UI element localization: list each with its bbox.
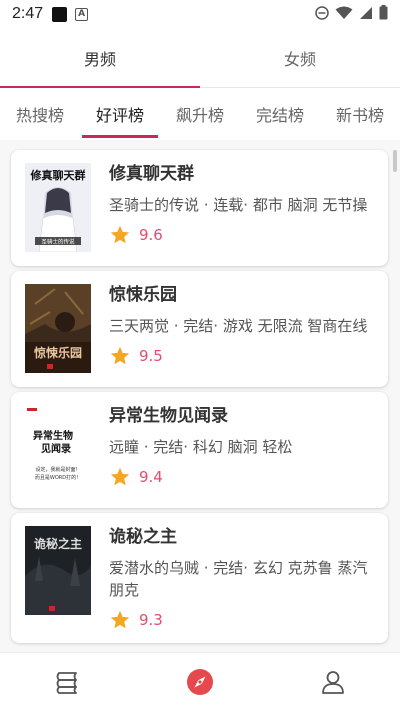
svg-text:见闻录: 见闻录 bbox=[41, 442, 71, 455]
battery-icon bbox=[379, 5, 388, 20]
svg-text:异常生物: 异常生物 bbox=[33, 429, 73, 442]
book-cover: 修真聊天群 圣骑士的传说 bbox=[25, 163, 91, 252]
svg-text:设定，我就是封面！: 设定，我就是封面！ bbox=[35, 466, 80, 473]
status-bar: 2:47 A bbox=[0, 0, 400, 28]
tab-top-rated[interactable]: 好评榜 bbox=[81, 90, 159, 138]
star-icon bbox=[110, 225, 130, 244]
book-card[interactable]: 异常生物 见闻录 设定，我就是封面！ 而且是WORD打的！ 异常生物见闻录 远瞳… bbox=[11, 392, 388, 508]
rating-row: 9.6 bbox=[109, 224, 380, 246]
dnd-icon bbox=[315, 5, 329, 20]
category-tabs: 热搜榜 好评榜 飙升榜 完结榜 新书榜 bbox=[0, 90, 400, 138]
star-icon bbox=[110, 346, 130, 365]
book-title: 修真聊天群 bbox=[109, 164, 194, 184]
compass-icon bbox=[186, 669, 213, 695]
book-card[interactable]: 诡秘之主 诡秘之主 爱潜水的乌贼 · 完结· 玄幻 克苏鲁 蒸汽朋克 9.3 bbox=[11, 513, 388, 643]
tab-male-label: 男频 bbox=[83, 49, 116, 69]
book-meta: 三天两觉 · 完结· 游戏 无限流 智商在线 bbox=[109, 317, 368, 335]
bottom-nav bbox=[0, 652, 400, 711]
svg-text:而且是WORD打的！: 而且是WORD打的！ bbox=[35, 474, 81, 481]
scrollbar[interactable] bbox=[393, 150, 397, 172]
book-card[interactable]: 修真聊天群 圣骑士的传说 修真聊天群 圣骑士的传说 · 连载· 都市 脑洞 无节… bbox=[11, 150, 388, 266]
nav-bookshelf[interactable] bbox=[0, 653, 133, 711]
book-title: 惊悚乐园 bbox=[109, 285, 177, 305]
rating-row: 9.4 bbox=[109, 466, 380, 488]
profile-icon bbox=[322, 671, 345, 694]
tab-male[interactable]: 男频 bbox=[0, 28, 200, 88]
book-cover: 惊悚乐园 bbox=[25, 284, 91, 373]
bookshelf-icon bbox=[56, 672, 77, 694]
book-meta: 圣骑士的传说 · 连载· 都市 脑洞 无节操 bbox=[109, 196, 368, 214]
cover-title: 修真聊天群 bbox=[30, 168, 86, 182]
book-cover: 异常生物 见闻录 设定，我就是封面！ 而且是WORD打的！ bbox=[25, 405, 91, 494]
signal-icon bbox=[360, 6, 372, 19]
book-list[interactable]: 修真聊天群 圣骑士的传说 修真聊天群 圣骑士的传说 · 连载· 都市 脑洞 无节… bbox=[0, 140, 400, 652]
cover-title: 诡秘之主 bbox=[34, 536, 82, 551]
cover-author: 圣骑士的传说 bbox=[41, 238, 75, 246]
tab-hot-search[interactable]: 热搜榜 bbox=[8, 90, 72, 138]
book-meta: 远瞳 · 完结· 科幻 脑洞 轻松 bbox=[109, 438, 293, 456]
rating-score: 9.3 bbox=[139, 611, 163, 629]
tab-female-label: 女频 bbox=[283, 49, 316, 69]
star-icon bbox=[110, 610, 130, 629]
gender-tabs: 男频 女频 bbox=[0, 28, 400, 88]
app-icon bbox=[52, 6, 68, 22]
rating-score: 9.6 bbox=[139, 226, 163, 244]
book-meta: 爱潜水的乌贼 · 完结· 玄幻 克苏鲁 蒸汽朋克 bbox=[109, 559, 368, 599]
a-badge-icon: A bbox=[75, 7, 89, 21]
nav-profile[interactable] bbox=[267, 653, 400, 711]
book-title: 诡秘之主 bbox=[109, 527, 177, 547]
tab-new-books[interactable]: 新书榜 bbox=[328, 90, 392, 138]
rating-row: 9.5 bbox=[109, 345, 380, 367]
tab-completed[interactable]: 完结榜 bbox=[248, 90, 312, 138]
cover-title: 惊悚乐园 bbox=[34, 345, 82, 360]
book-title: 异常生物见闻录 bbox=[109, 406, 228, 426]
star-icon bbox=[110, 467, 130, 486]
wifi-icon bbox=[335, 6, 353, 19]
rating-score: 9.5 bbox=[139, 347, 163, 365]
nav-discover[interactable] bbox=[133, 653, 266, 711]
rating-score: 9.4 bbox=[139, 468, 163, 486]
tab-female[interactable]: 女频 bbox=[200, 28, 400, 87]
book-card[interactable]: 惊悚乐园 惊悚乐园 三天两觉 · 完结· 游戏 无限流 智商在线 9.5 bbox=[11, 271, 388, 387]
rating-row: 9.3 bbox=[109, 609, 380, 631]
book-cover: 诡秘之主 bbox=[25, 526, 91, 615]
status-time: 2:47 bbox=[12, 5, 44, 22]
tab-rising[interactable]: 飙升榜 bbox=[168, 90, 232, 138]
